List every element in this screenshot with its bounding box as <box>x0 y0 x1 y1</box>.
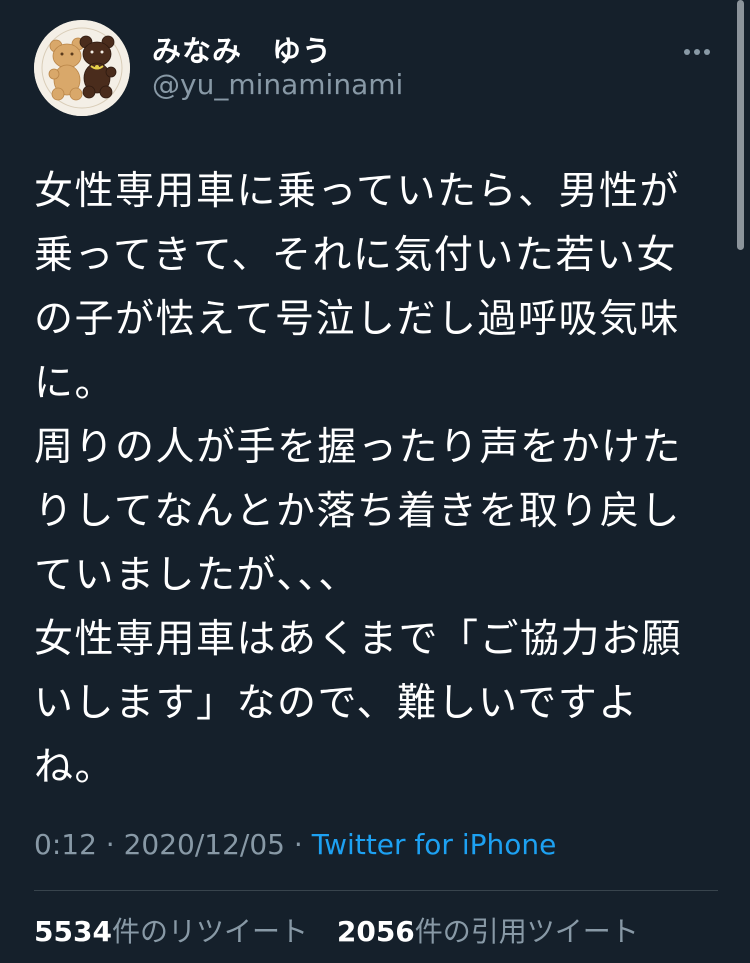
user-handle[interactable]: @yu_minaminami <box>152 68 403 101</box>
tweet-time[interactable]: 0:12 <box>34 828 97 861</box>
tweet-line: 女性専用車に乗っていたら、男性が <box>34 169 681 214</box>
quotes-label: 件の引用ツイート <box>414 915 639 948</box>
tweet-line: りしてなんとか落ち着きを取り戻し <box>34 489 681 534</box>
tweet-line: の子が怯えて号泣しだし過呼吸気味 <box>34 297 681 342</box>
tweet-line: ていましたが、、、 <box>34 553 359 598</box>
meta-separator: · <box>284 828 312 861</box>
tweet-detail: みなみ ゆう @yu_minaminami 女性専用車に乗っていたら、男性が 乗… <box>0 0 750 963</box>
tweet-text: 女性専用車に乗っていたら、男性が 乗ってきて、それに気付いた若い女 の子が怯えて… <box>34 160 714 800</box>
cookie-bears-avatar-image <box>34 20 130 116</box>
quotes-stat[interactable]: 2056件の引用ツイート <box>337 915 639 948</box>
dot <box>694 49 700 55</box>
tweet-line: いします」なので、難しいですよ <box>34 681 639 726</box>
scrollbar[interactable] <box>737 0 744 250</box>
tweet-date[interactable]: 2020/12/05 <box>124 828 285 861</box>
tweet-line: に。 <box>34 361 116 406</box>
quotes-count: 2056 <box>336 915 415 948</box>
retweets-count: 5534 <box>34 915 112 948</box>
tweet-stats: 5534件のリツイート 2056件の引用ツイート <box>34 910 659 950</box>
avatar[interactable] <box>34 20 130 116</box>
retweets-label: 件のリツイート <box>111 915 308 948</box>
dot <box>704 49 710 55</box>
dot <box>684 49 690 55</box>
meta-separator: · <box>96 828 124 861</box>
tweet-line: ね。 <box>34 745 116 790</box>
tweet-line: 乗ってきて、それに気付いた若い女 <box>34 233 677 278</box>
more-horizontal-icon[interactable] <box>684 40 716 56</box>
tweet-source-link[interactable]: Twitter for iPhone <box>312 828 557 861</box>
tweet-line: 周りの人が手を握ったり声をかけた <box>34 425 683 470</box>
divider <box>34 890 718 891</box>
tweet-meta: 0:12 · 2020/12/05 · Twitter for iPhone <box>34 828 556 861</box>
display-name[interactable]: みなみ ゆう <box>152 28 332 70</box>
retweets-stat[interactable]: 5534件のリツイート <box>34 915 308 948</box>
tweet-line: 女性専用車はあくまで「ご協力お願 <box>34 617 683 662</box>
